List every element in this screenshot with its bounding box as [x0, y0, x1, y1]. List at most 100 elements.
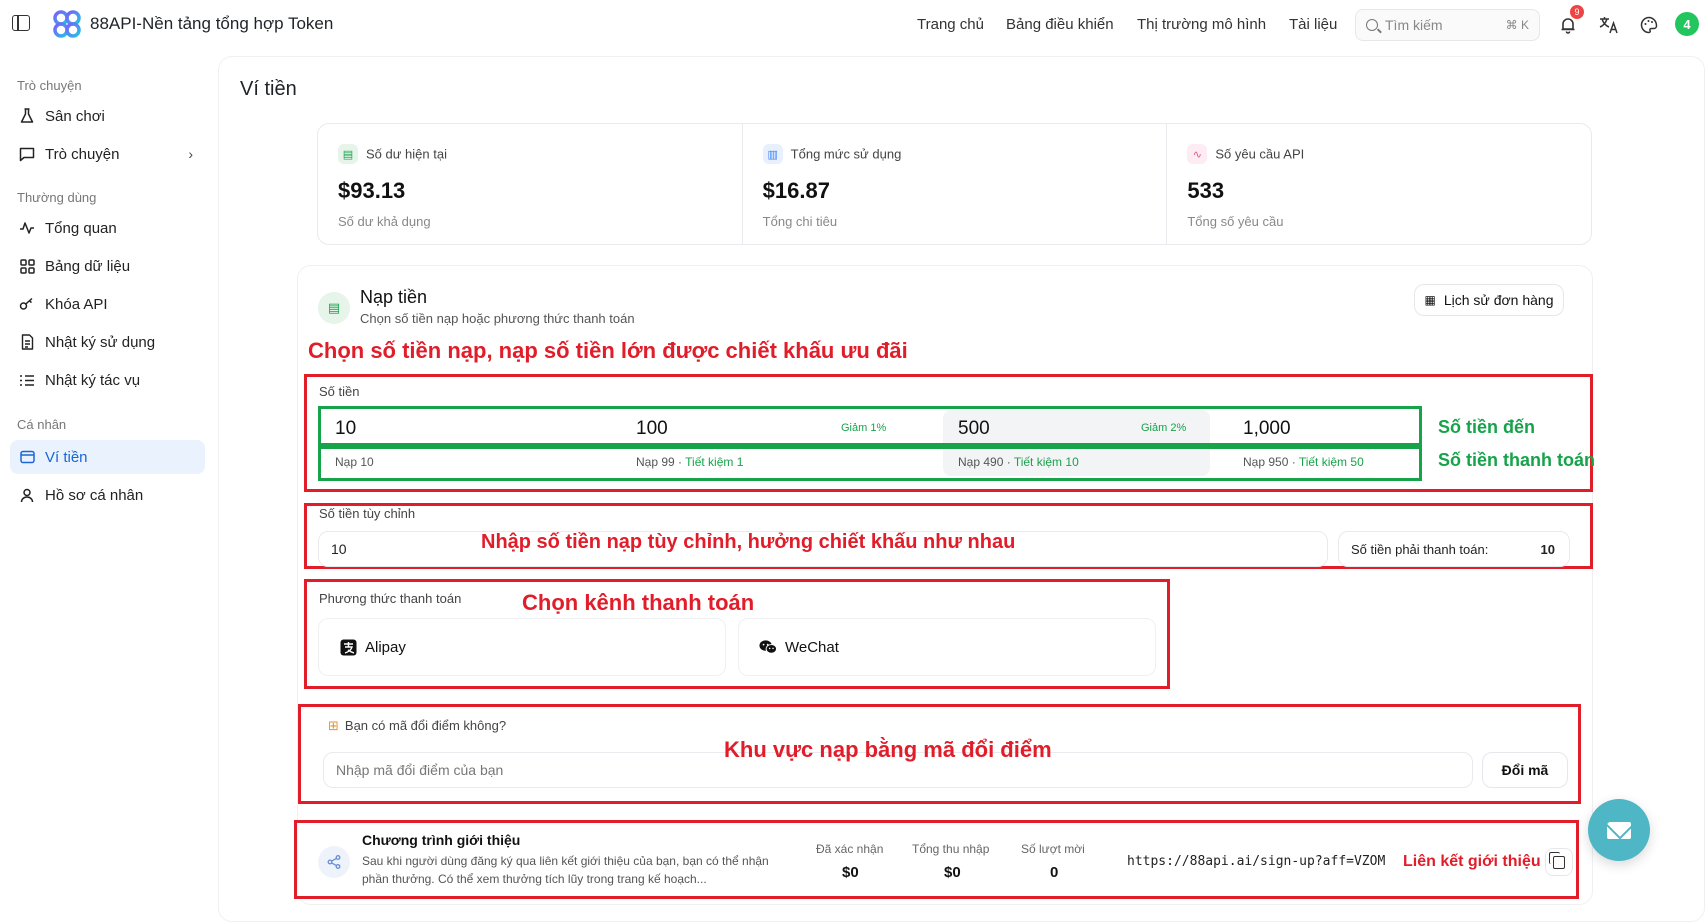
payment-method-name: Alipay [365, 638, 406, 656]
grid-icon [18, 257, 36, 275]
pay-due-value: 10 [1540, 541, 1555, 557]
contact-button[interactable] [1588, 799, 1650, 861]
stat-requests: ∿ Số yêu cầu API 533 Tổng số yêu cầu [1167, 124, 1591, 244]
translate-icon[interactable] [1597, 13, 1621, 37]
order-history-label: Lịch sử đơn hàng [1443, 292, 1554, 308]
stat-label: Số dư hiện tại [366, 146, 447, 162]
annotation-credited-amount: Số tiền đến [1438, 417, 1536, 437]
custom-amount-label: Số tiền tùy chỉnh [319, 506, 416, 521]
copy-button[interactable] [1545, 848, 1573, 876]
chevron-right-icon: › [188, 146, 193, 162]
sidebar-toggle-icon[interactable] [12, 15, 30, 31]
sidebar-item-data-table[interactable]: Bảng dữ liệu [10, 249, 205, 283]
sidebar-item-task-log[interactable]: Nhật ký tác vụ [10, 363, 205, 397]
topup-title: Nạp tiền [360, 287, 428, 307]
search-icon [1366, 19, 1378, 31]
annotation-custom-amount: Nhập số tiền nạp tùy chỉnh, hưởng chiết … [481, 531, 1016, 553]
annotation-referral-link: Liên kết giới thiệu [1403, 853, 1541, 870]
logo-icon [53, 10, 81, 38]
annotation-choose-amount: Chọn số tiền nạp, nạp số tiền lớn được c… [308, 338, 908, 363]
stat-label: Tổng mức sử dụng [790, 146, 902, 162]
activity-icon [18, 219, 36, 237]
sidebar-item-api-key[interactable]: Khóa API [10, 287, 205, 321]
referral-title: Chương trình giới thiệu [362, 832, 521, 848]
sidebar-item-wallet[interactable]: Ví tiền [10, 440, 205, 474]
nav-home[interactable]: Trang chủ [917, 16, 984, 33]
sidebar-item-label: Ví tiền [45, 448, 88, 466]
mail-icon [1607, 821, 1631, 839]
referral-link[interactable]: https://88api.ai/sign-up?aff=VZOM [1127, 854, 1385, 869]
pay-due-label: Số tiền phải thanh toán: [1351, 541, 1489, 557]
nav-model-market[interactable]: Thị trường mô hình [1137, 16, 1266, 33]
key-icon [18, 295, 36, 313]
custom-amount-value: 10 [331, 541, 347, 557]
sidebar-item-label: Nhật ký sử dụng [45, 333, 156, 351]
annotation-choose-channel: Chọn kênh thanh toán [522, 590, 755, 615]
amount-label: Số tiền [319, 384, 360, 399]
chat-icon [18, 145, 36, 163]
stat-balance: ▤ Số dư hiện tại $93.13 Số dư khả dụng [318, 124, 743, 244]
sidebar-item-label: Nhật ký tác vụ [45, 371, 141, 389]
stat-value: $16.87 [762, 178, 830, 203]
search-placeholder: Tìm kiếm [1385, 17, 1443, 33]
referral-stat-label: Tổng thu nhập [912, 842, 990, 856]
wechat-icon [759, 638, 777, 656]
stat-value: 533 [1187, 178, 1225, 203]
wallet-icon: ▤ [318, 292, 350, 324]
payment-alipay[interactable]: Alipay [318, 618, 726, 676]
sidebar-group-common: Thường dùng [17, 190, 97, 205]
stat-label: Số yêu cầu API [1215, 146, 1305, 162]
annotation-box-payment [318, 446, 1422, 481]
redeem-placeholder: Nhập mã đổi điểm của bạn [336, 762, 504, 778]
gift-icon: ⊞ [328, 718, 339, 733]
bar-chart-icon: ▥ [762, 144, 783, 164]
page-title: Ví tiền [240, 78, 297, 100]
receipt-icon: ▦ [1424, 293, 1436, 307]
pay-due-display: Số tiền phải thanh toán: 10 [1338, 531, 1570, 567]
payment-method-label: Phương thức thanh toán [319, 591, 462, 606]
referral-stat-value: $0 [842, 864, 859, 881]
wallet-icon [18, 448, 36, 466]
nav-docs[interactable]: Tài liệu [1289, 16, 1337, 33]
app-title[interactable]: 88API-Nền tảng tổng hợp Token [90, 14, 333, 34]
annotation-redeem-area: Khu vực nạp bằng mã đổi điểm [724, 737, 1052, 762]
alipay-icon [339, 638, 357, 656]
sidebar-item-profile[interactable]: Hồ sơ cá nhân [10, 478, 205, 512]
sidebar-item-label: Sân chơi [45, 107, 105, 125]
notification-badge: 9 [1570, 5, 1584, 19]
sidebar-item-overview[interactable]: Tổng quan [10, 211, 205, 245]
stat-sub: Tổng số yêu cầu [1187, 214, 1284, 229]
list-icon [18, 371, 36, 389]
stat-sub: Tổng chi tiêu [762, 214, 838, 229]
redeem-button[interactable]: Đổi mã [1482, 752, 1568, 788]
search-input[interactable]: Tìm kiếm ⌘ K [1355, 9, 1540, 41]
sidebar-item-label: Khóa API [45, 295, 108, 313]
sidebar-item-playground[interactable]: Sân chơi [10, 99, 205, 133]
sidebar-group-personal: Cá nhân [17, 417, 67, 432]
annotation-box-credited [318, 406, 1422, 446]
share-icon [318, 846, 350, 878]
stat-sub: Số dư khả dụng [338, 214, 431, 229]
avatar[interactable]: 4 [1675, 12, 1699, 36]
referral-description: Sau khi người dùng đăng ký qua liên kết … [362, 854, 769, 886]
sidebar-item-usage-log[interactable]: Nhật ký sử dụng [10, 325, 205, 359]
stat-value: $93.13 [338, 178, 406, 203]
referral-stat-label: Số lượt mời [1021, 842, 1085, 856]
sidebar-group-chat: Trò chuyện [17, 78, 82, 93]
referral-stat-label: Đã xác nhận [816, 842, 884, 856]
order-history-button[interactable]: ▦ Lịch sử đơn hàng [1414, 284, 1564, 316]
referral-stat-value: $0 [944, 864, 961, 881]
referral-stat-value: 0 [1050, 864, 1059, 881]
sidebar-item-label: Bảng dữ liệu [45, 257, 131, 275]
payment-wechat[interactable]: WeChat [738, 618, 1156, 676]
palette-icon[interactable] [1637, 13, 1661, 37]
sidebar-item-chat[interactable]: Trò chuyện › [10, 137, 205, 171]
stats-card: ▤ Số dư hiện tại $93.13 Số dư khả dụng ▥ T… [317, 123, 1592, 245]
sidebar-item-label: Hồ sơ cá nhân [45, 486, 144, 504]
wallet-icon: ▤ [338, 144, 358, 164]
topup-subtitle: Chọn số tiền nạp hoặc phương thức thanh … [360, 311, 635, 326]
annotation-payment-amount: Số tiền thanh toán [1438, 450, 1595, 470]
nav-dashboard[interactable]: Bảng điều khiển [1006, 16, 1114, 33]
copy-icon [1549, 851, 1565, 869]
pulse-icon: ∿ [1187, 144, 1208, 164]
